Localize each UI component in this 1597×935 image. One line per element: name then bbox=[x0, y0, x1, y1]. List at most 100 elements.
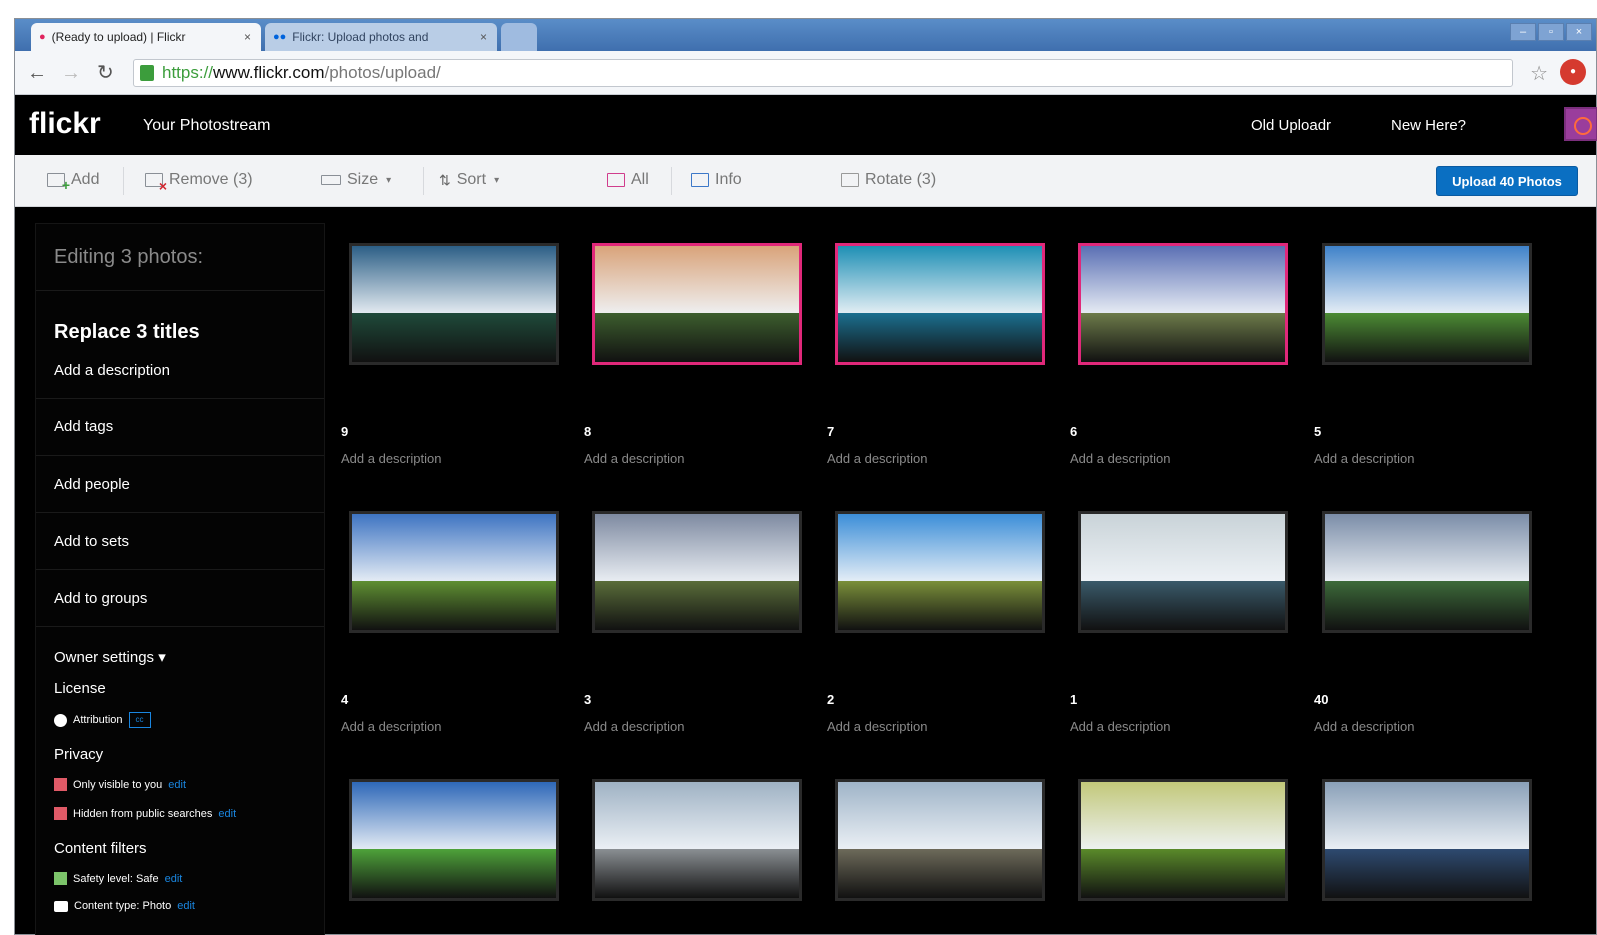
photo-sky bbox=[1081, 514, 1285, 586]
toolbar-divider bbox=[423, 167, 424, 195]
edit-content-type-link[interactable]: edit bbox=[177, 900, 195, 912]
photo-thumbnail[interactable] bbox=[1078, 511, 1288, 633]
add-to-sets-link[interactable]: Add to sets bbox=[54, 533, 129, 550]
divider bbox=[36, 398, 324, 399]
lock-icon bbox=[140, 65, 154, 81]
tab-title: Flickr: Upload photos and bbox=[292, 30, 429, 44]
back-arrow-icon[interactable]: ← bbox=[27, 61, 47, 85]
tab-close-icon[interactable]: × bbox=[480, 30, 487, 44]
photo-description-input[interactable]: Add a description bbox=[341, 719, 441, 734]
photo-description-input[interactable]: Add a description bbox=[341, 451, 441, 466]
photo-thumbnail[interactable] bbox=[1078, 243, 1288, 365]
photo-description-input[interactable]: Add a description bbox=[1070, 719, 1170, 734]
tab-close-icon[interactable]: × bbox=[244, 30, 251, 44]
photo-description-input[interactable]: Add a description bbox=[1314, 719, 1414, 734]
add-to-groups-link[interactable]: Add to groups bbox=[54, 590, 147, 607]
new-tab-button[interactable] bbox=[501, 23, 537, 51]
photo-title[interactable]: 2 bbox=[827, 692, 834, 707]
photo-thumbnail[interactable] bbox=[1322, 243, 1532, 365]
rotate-button[interactable]: Rotate (3) bbox=[841, 171, 936, 189]
owner-settings-toggle[interactable]: Owner settings ▾ bbox=[54, 648, 166, 666]
close-window-button[interactable]: × bbox=[1566, 23, 1592, 41]
upload-photos-button[interactable]: Upload 40 Photos bbox=[1436, 166, 1578, 196]
license-value: Attribution bbox=[73, 714, 123, 726]
remove-button[interactable]: Remove (3) bbox=[145, 171, 253, 194]
camera-icon bbox=[54, 900, 68, 912]
safety-row: Safety level: Safe edit bbox=[54, 872, 182, 885]
photo-title[interactable]: 4 bbox=[341, 692, 348, 707]
edit-search-privacy-link[interactable]: edit bbox=[218, 808, 236, 820]
photo-thumbnail[interactable] bbox=[592, 243, 802, 365]
photo-description-input[interactable]: Add a description bbox=[827, 719, 927, 734]
photo-description-input[interactable]: Add a description bbox=[827, 451, 927, 466]
photo-description-input[interactable]: Add a description bbox=[584, 719, 684, 734]
minimize-button[interactable]: – bbox=[1510, 23, 1536, 41]
photo-thumbnail[interactable] bbox=[1078, 779, 1288, 901]
star-icon[interactable]: ☆ bbox=[1530, 61, 1548, 86]
tab-ready-to-upload[interactable]: ● (Ready to upload) | Flickr × bbox=[31, 23, 261, 51]
photo-title[interactable]: 9 bbox=[341, 424, 348, 439]
photo-sky bbox=[352, 246, 556, 318]
photo-ground bbox=[838, 581, 1042, 630]
flickr-favicon-icon: ●● bbox=[273, 31, 287, 43]
photo-title[interactable]: 7 bbox=[827, 424, 834, 439]
reload-icon[interactable]: ↻ bbox=[97, 61, 114, 85]
edit-safety-link[interactable]: edit bbox=[165, 873, 183, 885]
url-scheme: https:// bbox=[162, 63, 214, 82]
camera-icon[interactable] bbox=[1564, 107, 1597, 141]
cc-license-icon[interactable]: cc bbox=[128, 712, 151, 728]
photo-description-input[interactable]: Add a description bbox=[1314, 451, 1414, 466]
photo-thumbnail[interactable] bbox=[349, 511, 559, 633]
sort-icon: ⇅ bbox=[439, 171, 451, 188]
photo-description-input[interactable]: Add a description bbox=[584, 451, 684, 466]
toolbar-divider bbox=[671, 167, 672, 195]
chevron-down-icon: ▾ bbox=[386, 174, 392, 186]
photo-thumbnail[interactable] bbox=[349, 243, 559, 365]
safety-value: Safety level: Safe bbox=[73, 872, 159, 885]
divider bbox=[36, 455, 324, 456]
photo-thumbnail[interactable] bbox=[592, 511, 802, 633]
hidden-icon bbox=[54, 807, 67, 820]
add-tags-link[interactable]: Add tags bbox=[54, 418, 113, 435]
photo-ground bbox=[1081, 849, 1285, 898]
extension-icon[interactable]: ● bbox=[1560, 59, 1586, 85]
url-input[interactable]: https://www.flickr.com/photos/upload/ bbox=[133, 59, 1513, 87]
photo-thumbnail[interactable] bbox=[835, 511, 1045, 633]
photo-thumbnail[interactable] bbox=[835, 243, 1045, 365]
photo-ground bbox=[352, 581, 556, 630]
editing-heading: Editing 3 photos: bbox=[54, 246, 203, 268]
license-label: License bbox=[54, 680, 106, 697]
photo-title[interactable]: 1 bbox=[1070, 692, 1077, 707]
tab-flickr-upload[interactable]: ●● Flickr: Upload photos and × bbox=[265, 23, 497, 51]
maximize-button[interactable]: ▫ bbox=[1538, 23, 1564, 41]
photo-thumbnail[interactable] bbox=[1322, 779, 1532, 901]
select-all-button[interactable]: All bbox=[607, 171, 649, 189]
photo-thumbnail[interactable] bbox=[1322, 511, 1532, 633]
forward-arrow-icon[interactable]: → bbox=[61, 61, 81, 85]
your-photostream-link[interactable]: Your Photostream bbox=[143, 117, 270, 135]
photo-thumbnail[interactable] bbox=[835, 779, 1045, 901]
attribution-icon bbox=[54, 713, 67, 727]
photo-thumbnail[interactable] bbox=[349, 779, 559, 901]
photo-image bbox=[838, 246, 1042, 362]
old-uploadr-link[interactable]: Old Uploadr bbox=[1251, 117, 1331, 134]
photo-title[interactable]: 6 bbox=[1070, 424, 1077, 439]
photo-title[interactable]: 8 bbox=[584, 424, 591, 439]
edit-sidebar: Editing 3 photos: Replace 3 titles Add a… bbox=[35, 223, 325, 935]
photo-title[interactable]: 5 bbox=[1314, 424, 1321, 439]
add-button[interactable]: Add bbox=[47, 171, 99, 193]
sort-dropdown[interactable]: ⇅ Sort ▾ bbox=[439, 171, 499, 189]
new-here-link[interactable]: New Here? bbox=[1391, 117, 1466, 134]
flickr-logo[interactable]: flickr bbox=[29, 107, 101, 141]
size-dropdown[interactable]: Size ▾ bbox=[321, 171, 391, 189]
add-description-link[interactable]: Add a description bbox=[54, 362, 170, 379]
replace-titles-link[interactable]: Replace 3 titles bbox=[54, 321, 200, 344]
photo-thumbnail[interactable] bbox=[592, 779, 802, 901]
info-button[interactable]: Info bbox=[691, 171, 742, 189]
photo-image bbox=[838, 782, 1042, 898]
photo-description-input[interactable]: Add a description bbox=[1070, 451, 1170, 466]
edit-privacy-link[interactable]: edit bbox=[168, 779, 186, 791]
photo-title[interactable]: 3 bbox=[584, 692, 591, 707]
add-people-link[interactable]: Add people bbox=[54, 476, 130, 493]
photo-title[interactable]: 40 bbox=[1314, 692, 1328, 707]
